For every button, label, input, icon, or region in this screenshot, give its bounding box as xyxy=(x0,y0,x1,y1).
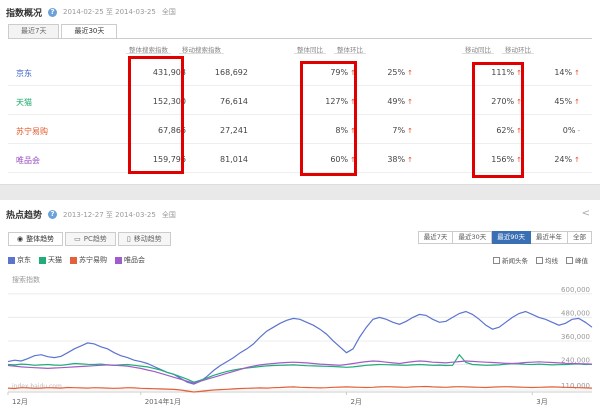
cell-value: 81,014 xyxy=(220,155,248,164)
up-arrow-icon: ↑ xyxy=(574,69,580,77)
cell-mom-total: 7% ↑ xyxy=(392,126,413,135)
header-search-total: 整体搜索指数 xyxy=(126,44,171,54)
cell-mom-total: 25% ↑ xyxy=(387,68,413,77)
dash-icon: - xyxy=(577,127,580,135)
cell-search-mobile: 76,614 xyxy=(220,97,248,106)
trend-chart[interactable]: 600,000480,000360,000240,000110,000搜索指数i… xyxy=(0,200,600,410)
overview-tabs: 最近7天 最近30天 xyxy=(8,24,119,39)
cell-value: 14% xyxy=(554,68,573,77)
header-mom-total: 整体环比 xyxy=(334,44,366,54)
watermark: index.baidu.com xyxy=(12,383,62,390)
cell-search-mobile: 168,692 xyxy=(215,68,248,77)
cell-value: 27,241 xyxy=(220,126,248,135)
total-change-headers: 整体同比 整体环比 xyxy=(294,44,366,54)
brand-name[interactable]: 唯品会 xyxy=(16,155,40,166)
header-yoy-total: 整体同比 xyxy=(294,44,326,54)
cell-mom-mobile: 24% ↑ xyxy=(554,155,580,164)
up-arrow-icon: ↑ xyxy=(574,98,580,106)
y-tick-label: 360,000 xyxy=(561,333,590,341)
index-overview-panel: 指数概况 ? 2014-02-25 至 2014-03-25 全国 最近7天 最… xyxy=(0,0,600,185)
up-arrow-icon: ↑ xyxy=(407,127,413,135)
up-arrow-icon: ↑ xyxy=(407,98,413,106)
y-tick-label: 110,000 xyxy=(561,382,590,390)
search-index-headers: 整体搜索指数 移动搜索指数 xyxy=(126,44,224,54)
cell-search-mobile: 81,014 xyxy=(220,155,248,164)
section-gap xyxy=(0,185,600,200)
cell-mom-mobile: 14% ↑ xyxy=(554,68,580,77)
tab-last-30-days[interactable]: 最近30天 xyxy=(61,24,118,39)
up-arrow-icon: ↑ xyxy=(574,156,580,164)
header-search-mobile: 移动搜索指数 xyxy=(179,44,224,54)
header-mom-mobile: 移动环比 xyxy=(502,44,534,54)
cell-value: 168,692 xyxy=(214,68,248,77)
brand-name[interactable]: 天猫 xyxy=(16,97,32,108)
highlight-box-search-total xyxy=(128,56,184,174)
brand-name[interactable]: 苏宁易购 xyxy=(16,126,48,137)
overview-title-row: 指数概况 ? 2014-02-25 至 2014-03-25 全国 xyxy=(6,5,176,19)
x-tick-label: 2月 xyxy=(350,398,361,406)
cell-value: 7% xyxy=(392,126,406,135)
cell-value: 0% xyxy=(562,126,576,135)
series-line-0 xyxy=(7,310,593,385)
x-tick-label: 2014年1月 xyxy=(145,397,181,406)
series-line-1 xyxy=(7,353,593,383)
up-arrow-icon: ↑ xyxy=(407,156,413,164)
highlight-box-yoy-total xyxy=(300,61,357,176)
x-tick-label: 12月 xyxy=(12,398,28,406)
y-tick-label: 480,000 xyxy=(561,309,590,317)
cell-value: 25% xyxy=(387,68,406,77)
help-icon[interactable]: ? xyxy=(48,7,58,17)
up-arrow-icon: ↑ xyxy=(407,69,413,77)
overview-title: 指数概况 xyxy=(6,8,43,19)
overview-date-range: 2014-02-25 至 2014-03-25 xyxy=(63,8,156,16)
header-yoy-mobile: 移动同比 xyxy=(462,44,494,54)
cell-mom-total: 49% ↑ xyxy=(387,97,413,106)
tab-last-7-days[interactable]: 最近7天 xyxy=(8,24,60,39)
cell-mom-mobile: 45% ↑ xyxy=(554,97,580,106)
cell-value: 38% xyxy=(387,155,406,164)
series-line-2 xyxy=(7,385,593,393)
cell-search-mobile: 27,241 xyxy=(220,126,248,135)
cell-value: 45% xyxy=(554,97,573,106)
cell-value: 76,614 xyxy=(220,97,248,106)
cell-mom-total: 38% ↑ xyxy=(387,155,413,164)
highlight-box-yoy-mobile xyxy=(472,62,524,178)
cell-mom-mobile: 0% - xyxy=(563,126,580,135)
tab-divider xyxy=(8,38,592,39)
x-tick-label: 3月 xyxy=(536,398,547,406)
cell-value: 24% xyxy=(554,155,573,164)
y-axis-label: 搜索指数 xyxy=(12,275,40,284)
cell-value: 49% xyxy=(387,97,406,106)
brand-name[interactable]: 京东 xyxy=(16,68,32,79)
overview-scope[interactable]: 全国 xyxy=(162,7,176,17)
y-tick-label: 600,000 xyxy=(561,286,590,294)
mobile-change-headers: 移动同比 移动环比 xyxy=(462,44,534,54)
